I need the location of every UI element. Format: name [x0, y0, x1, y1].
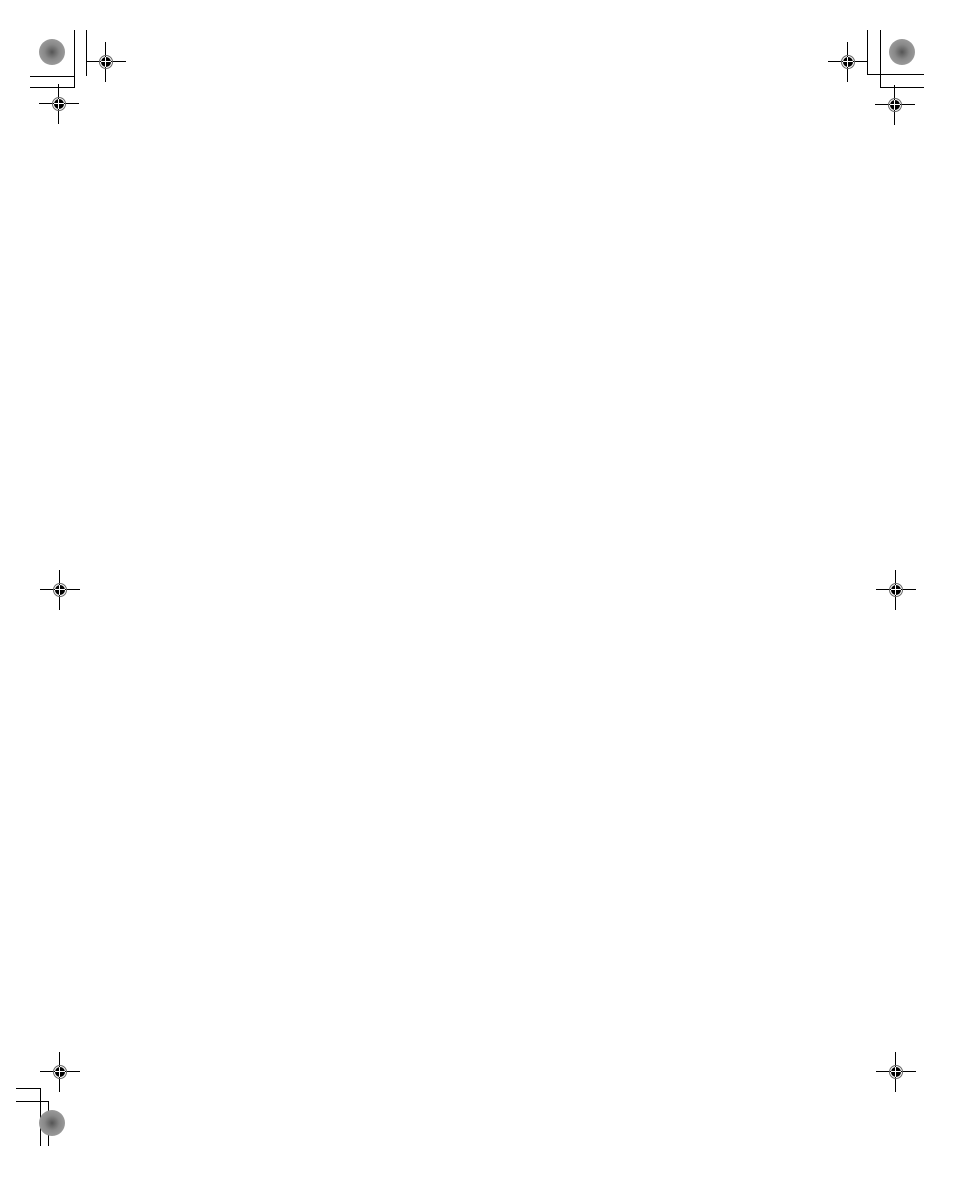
- registration-mark: [40, 570, 80, 610]
- registration-mark: [876, 570, 916, 610]
- registration-mark: [39, 84, 79, 124]
- registration-mark: [40, 1052, 80, 1092]
- crop-line: [867, 74, 924, 75]
- crop-line: [16, 1088, 41, 1089]
- crop-line: [30, 76, 75, 77]
- registration-disc: [889, 39, 915, 65]
- crop-line: [16, 1101, 48, 1102]
- crop-line: [880, 30, 881, 88]
- registration-mark: [828, 42, 868, 82]
- crop-line: [74, 30, 75, 88]
- registration-disc: [39, 39, 65, 65]
- registration-mark: [86, 42, 126, 82]
- registration-mark: [875, 85, 915, 125]
- registration-mark: [876, 1052, 916, 1092]
